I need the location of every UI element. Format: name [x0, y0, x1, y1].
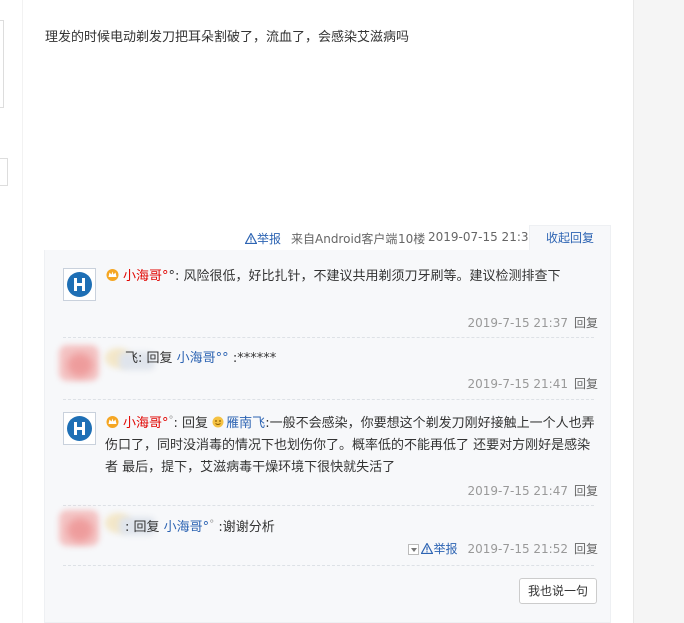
reply-button[interactable]: 回复: [574, 484, 598, 498]
warning-icon: [245, 233, 257, 244]
reply-item: 小海哥°°: 风险很低，好比扎针，不建议共用剃须刀牙刷等。建议检测排查下 201…: [45, 250, 612, 338]
left-panel-box: [0, 20, 4, 108]
say-something-button[interactable]: 我也说一句: [519, 578, 597, 604]
divider: [63, 565, 594, 566]
reply-button[interactable]: 回复: [574, 542, 598, 556]
reply-word: 回复: [146, 351, 173, 366]
user-degree: °: [209, 519, 215, 530]
avatar[interactable]: [63, 412, 96, 445]
reply-button[interactable]: 回复: [574, 316, 598, 330]
reply-meta: 2019-7-15 21:47 回复: [467, 482, 598, 499]
reply-time: 2019-7-15 21:41: [467, 377, 568, 391]
crown-icon: [106, 416, 119, 428]
warning-icon: [420, 542, 434, 555]
reply-text: °: 风险很低，好比扎针，不建议共用剃须刀牙刷等。建议检测排查下: [168, 269, 561, 284]
reply-panel: 小海哥°°: 风险很低，好比扎针，不建议共用剃须刀牙刷等。建议检测排查下 201…: [44, 250, 611, 623]
reply-item: : 回复 小海哥°° :谢谢分析 举报 2019-7-15 21:52 回复: [45, 506, 612, 566]
report-link[interactable]: 举报: [420, 542, 458, 556]
reply-button[interactable]: 回复: [574, 377, 598, 391]
reply-text: :谢谢分析: [218, 520, 275, 535]
reply-username[interactable]: 小海哥°: [123, 416, 169, 431]
reply-time: 2019-7-15 21:52: [467, 542, 568, 556]
reply-text: :******: [232, 351, 277, 366]
client-source: 来自Android客户端: [291, 232, 398, 246]
post-time: 2019-07-15 21:31: [428, 230, 537, 244]
avatar-logo-icon: [67, 416, 92, 441]
reply-meta: 2019-7-15 21:41 回复: [467, 375, 598, 392]
reply-body: : 回复 小海哥°° :谢谢分析: [125, 514, 615, 539]
post-content: 理发的时候电动剃发刀把耳朵割破了，流血了，会感染艾滋病吗: [45, 30, 410, 45]
reply-username[interactable]: 小海哥°: [123, 269, 169, 284]
reply-username-suffix: 飞:: [125, 351, 147, 366]
reply-item: 小海哥°°: 回复 雁南飞:一般不会感染，你要想这个剃发刀刚好接触上一个人也弄伤…: [45, 400, 612, 506]
reply-body: 飞: 回复 小海哥°° :******: [125, 348, 615, 370]
reply-time: 2019-7-15 21:37: [467, 316, 568, 330]
post-tail: 举报 来自Android客户端 10楼 2019-07-15 21:31 收起回…: [23, 225, 611, 250]
report-link[interactable]: 举报: [245, 230, 281, 247]
reply-target-user[interactable]: 雁南飞: [226, 416, 265, 431]
avatar-logo-icon: [67, 272, 92, 297]
avatar-blurred[interactable]: [57, 510, 103, 550]
left-sidebar-edge: [0, 0, 22, 623]
reply-time: 2019-7-15 21:47: [467, 484, 568, 498]
collapse-replies-button[interactable]: 收起回复: [529, 225, 611, 250]
reply-target-user[interactable]: 小海哥°°: [177, 351, 229, 366]
post-floor: 理发的时候电动剃发刀把耳朵割破了，流血了，会感染艾滋病吗 举报 来自Androi…: [23, 0, 633, 623]
report-label: 举报: [257, 232, 282, 246]
reply-meta: 举报 2019-7-15 21:52 回复: [408, 540, 598, 557]
left-panel-input: [0, 158, 8, 186]
report-label: 举报: [433, 542, 458, 556]
dropdown-icon[interactable]: [408, 544, 420, 555]
reply-body: 小海哥°°: 风险很低，好比扎针，不建议共用剃须刀牙刷等。建议检测排查下: [105, 266, 595, 288]
reply-username-suffix: :: [125, 520, 134, 535]
reply-body: 小海哥°°: 回复 雁南飞:一般不会感染，你要想这个剃发刀刚好接触上一个人也弄伤…: [105, 410, 595, 479]
reply-target-user[interactable]: 小海哥°: [164, 520, 210, 535]
reply-item: 飞: 回复 小海哥°° :****** 2019-7-15 21:41 回复: [45, 338, 612, 400]
reply-word: : 回复: [173, 416, 209, 431]
smiley-icon: [212, 416, 224, 428]
reply-meta: 2019-7-15 21:37 回复: [467, 314, 598, 331]
right-gutter: [633, 0, 684, 623]
reply-word: 回复: [133, 520, 160, 535]
avatar-blurred[interactable]: [57, 345, 103, 385]
avatar[interactable]: [63, 268, 96, 301]
floor-number: 10楼: [398, 232, 426, 246]
crown-icon: [106, 269, 119, 281]
